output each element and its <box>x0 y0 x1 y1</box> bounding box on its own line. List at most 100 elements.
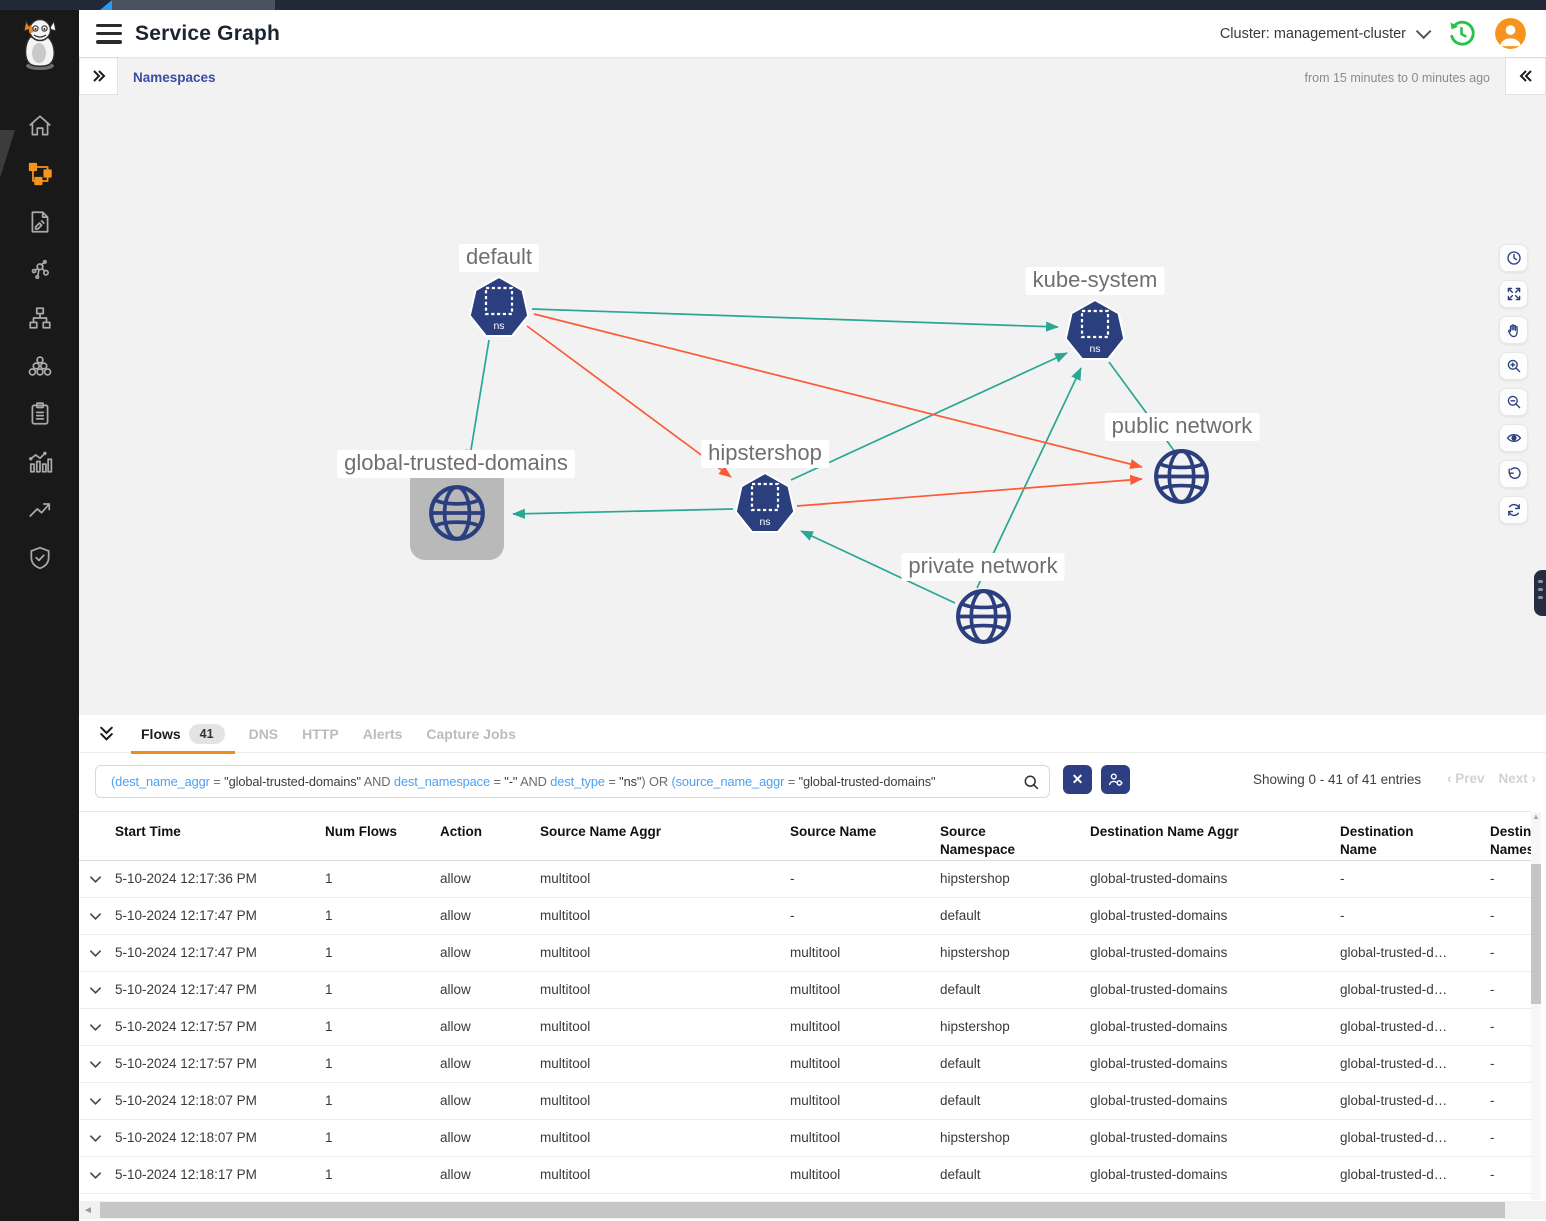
graph-node-global-trusted-domains[interactable] <box>410 466 504 560</box>
graph-node-default[interactable]: ns <box>467 275 531 348</box>
user-avatar[interactable] <box>1495 18 1526 49</box>
row-expander[interactable] <box>89 1009 115 1045</box>
undo-button[interactable] <box>1499 460 1528 488</box>
flows-table: Start TimeNum FlowsActionSource Name Agg… <box>79 811 1531 1194</box>
sidebar-item-networks[interactable] <box>0 294 79 342</box>
menu-button[interactable] <box>96 24 122 44</box>
table-cell: multitool <box>790 972 940 1008</box>
row-expander[interactable] <box>89 1083 115 1119</box>
zoom-in-button[interactable] <box>1499 352 1528 380</box>
column-header[interactable]: Source Name Aggr <box>540 812 790 860</box>
tab-flows[interactable]: Flows 41 <box>129 715 237 753</box>
sidebar-item-dashboards[interactable] <box>0 438 79 486</box>
table-cell: 1 <box>325 1120 440 1156</box>
node-label-public-network: public network <box>1105 413 1260 441</box>
fit-screen-button[interactable] <box>1499 280 1528 308</box>
row-expander[interactable] <box>89 1157 115 1193</box>
table-cell: multitool <box>540 1120 790 1156</box>
sidebar-item-service-graph[interactable] <box>0 150 79 198</box>
column-header[interactable]: Start Time <box>115 812 325 860</box>
row-expander[interactable] <box>89 1120 115 1156</box>
row-expander[interactable] <box>89 898 115 934</box>
graph-node-kube-system[interactable]: ns <box>1063 298 1127 371</box>
cluster-selector[interactable]: Cluster: management-cluster <box>1220 26 1427 42</box>
row-expander[interactable] <box>89 972 115 1008</box>
table-cell: multitool <box>540 1157 790 1193</box>
table-cell: - <box>1490 1157 1531 1193</box>
time-settings-button[interactable] <box>1499 244 1528 272</box>
table-cell: default <box>940 1157 1090 1193</box>
tab-alerts[interactable]: Alerts <box>351 715 415 753</box>
expand-left-panel-button[interactable] <box>79 57 118 95</box>
table-vertical-scrollbar[interactable]: ▲ <box>1531 812 1541 1200</box>
zoom-out-button[interactable] <box>1499 388 1528 416</box>
history-button[interactable] <box>1445 18 1477 50</box>
clear-filter-button[interactable]: ✕ <box>1063 765 1092 794</box>
svg-text:ns: ns <box>493 320 504 332</box>
sidebar-item-compliance[interactable] <box>0 390 79 438</box>
flows-table-header: Start TimeNum FlowsActionSource Name Agg… <box>79 811 1531 861</box>
column-header[interactable]: Destination Namespace <box>1490 812 1531 860</box>
right-panel-handle[interactable] <box>1534 570 1546 616</box>
sidebar-item-timelines[interactable] <box>0 486 79 534</box>
column-header[interactable]: Destination Name <box>1340 812 1490 860</box>
sidebar-item-flow-visualizations[interactable] <box>0 246 79 294</box>
vertical-scroll-thumb[interactable] <box>1531 864 1541 1004</box>
table-cell: multitool <box>790 1009 940 1045</box>
visibility-button[interactable] <box>1499 424 1528 452</box>
table-horizontal-scrollbar[interactable]: ◄ <box>79 1201 1546 1219</box>
shield-check-icon <box>27 545 53 571</box>
sidebar-item-home[interactable] <box>0 102 79 150</box>
graph-canvas[interactable]: ns ns ns <box>79 100 1546 715</box>
service-graph-icon <box>27 161 53 187</box>
sidebar-item-threat-defense[interactable] <box>0 534 79 582</box>
calico-cat-logo <box>14 15 66 71</box>
pan-button[interactable] <box>1499 316 1528 344</box>
graph-node-private-network[interactable] <box>953 586 1014 652</box>
horizontal-scroll-thumb[interactable] <box>100 1202 1505 1218</box>
filter-field: dest_namespace <box>394 774 490 789</box>
sidebar-item-clusters[interactable] <box>0 342 79 390</box>
graph-node-hipstershop[interactable]: ns <box>733 471 797 544</box>
sidebar <box>0 10 79 1221</box>
collapse-panel-button[interactable] <box>95 723 117 745</box>
table-cell: multitool <box>540 898 790 934</box>
collapse-right-panel-button[interactable] <box>1505 57 1546 95</box>
column-header[interactable]: Num Flows <box>325 812 440 860</box>
table-cell: 5-10-2024 12:17:57 PM <box>115 1046 325 1082</box>
tab-capture-jobs[interactable]: Capture Jobs <box>414 715 527 753</box>
scroll-up-arrow[interactable]: ▲ <box>1531 812 1541 822</box>
row-expander[interactable] <box>89 861 115 897</box>
table-cell: 5-10-2024 12:17:36 PM <box>115 861 325 897</box>
namespace-heptagon-icon: ns <box>733 471 797 539</box>
table-cell: - <box>1340 898 1490 934</box>
refresh-button[interactable] <box>1499 496 1528 524</box>
graph-node-public-network[interactable] <box>1151 446 1212 512</box>
filter-query-input[interactable]: (dest_name_aggr = "global-trusted-domain… <box>95 765 1050 798</box>
next-page-button[interactable]: Next › <box>1499 771 1537 786</box>
trend-arrow-icon <box>27 497 53 523</box>
breadcrumb-namespaces[interactable]: Namespaces <box>133 70 216 85</box>
filter-settings-button[interactable] <box>1101 765 1130 794</box>
column-header[interactable]: Source Namespace <box>940 812 1090 860</box>
row-expander[interactable] <box>89 1046 115 1082</box>
column-header[interactable]: Action <box>440 812 540 860</box>
row-expander[interactable] <box>89 935 115 971</box>
table-cell: global-trusted-d… <box>1340 972 1490 1008</box>
sidebar-item-policies[interactable] <box>0 198 79 246</box>
next-label: Next <box>1499 771 1528 786</box>
sub-toolbar: Namespaces from 15 minutes to 0 minutes … <box>79 57 1546 100</box>
hand-icon <box>1506 323 1521 338</box>
tab-http[interactable]: HTTP <box>290 715 351 753</box>
table-cell: - <box>1490 1120 1531 1156</box>
filter-token: = <box>210 774 224 789</box>
column-header[interactable]: Source Name <box>790 812 940 860</box>
column-header[interactable]: Destination Name Aggr <box>1090 812 1340 860</box>
prev-page-button[interactable]: ‹ Prev <box>1447 771 1485 786</box>
filter-query: (dest_name_aggr = "global-trusted-domain… <box>111 774 935 789</box>
namespace-heptagon-icon: ns <box>467 275 531 343</box>
scroll-left-arrow[interactable]: ◄ <box>83 1205 93 1216</box>
tab-label: Flows <box>141 726 181 742</box>
tab-dns[interactable]: DNS <box>237 715 291 753</box>
table-cell: 5-10-2024 12:18:07 PM <box>115 1083 325 1119</box>
